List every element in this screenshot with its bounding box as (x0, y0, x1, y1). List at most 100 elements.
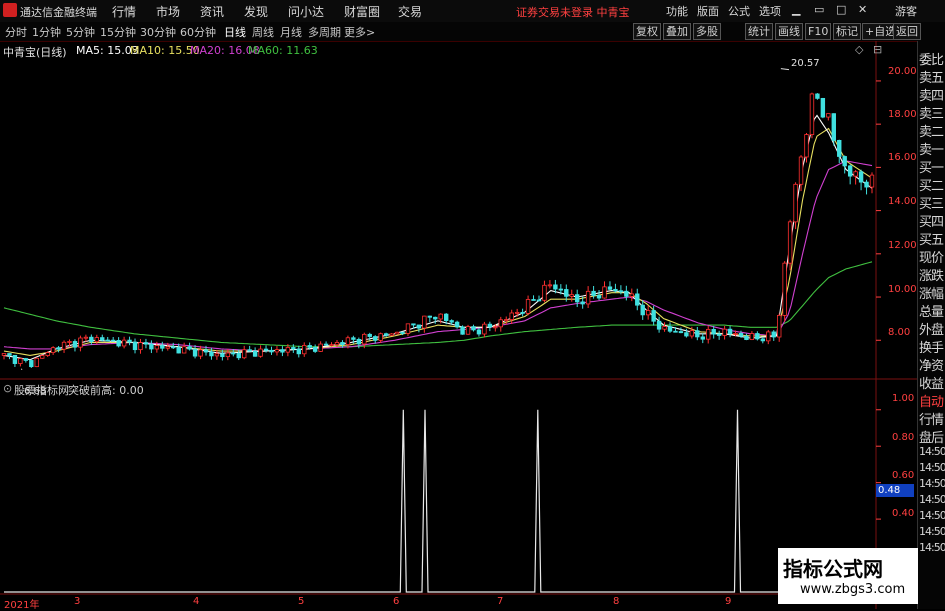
sub-legend-indicator: 突破前高: 0.00 (68, 384, 144, 397)
menu-item-hangqing[interactable]: 行情 (112, 3, 136, 20)
candle-body (520, 311, 525, 314)
side-price[interactable]: 现价 (919, 247, 945, 266)
candle-body (804, 134, 809, 158)
candle-body (738, 333, 744, 337)
login-notice[interactable]: 证券交易未登录 中青宝 (516, 4, 630, 20)
menu-item-jiaoyi[interactable]: 交易 (398, 3, 422, 20)
candle-body (209, 351, 214, 357)
period-60min[interactable]: 60分钟 (180, 24, 216, 40)
period-15min[interactable]: 15分钟 (100, 24, 136, 40)
maximize-icon[interactable]: □ (836, 3, 846, 16)
side-sell5[interactable]: 卖五 (919, 67, 945, 86)
candle-body (842, 156, 847, 167)
candle-body (269, 349, 274, 353)
ma20-line (3, 160, 873, 352)
candle-body (334, 342, 340, 346)
period-weekly[interactable]: 周线 (252, 24, 274, 40)
side-afterhours[interactable]: 盘后 (919, 427, 945, 446)
ma5-line (3, 114, 873, 361)
x-tick-9: 9 (725, 596, 732, 607)
tool-fuquan[interactable]: 复权 (633, 23, 661, 40)
tool-f10[interactable]: F10 (805, 23, 832, 40)
candle-body (613, 288, 618, 292)
side-sell1[interactable]: 卖一 (919, 139, 945, 158)
period-multi[interactable]: 多周期 (308, 24, 341, 40)
candle-body (411, 323, 416, 326)
side-sell2[interactable]: 卖二 (919, 121, 945, 140)
moving-average-lines (3, 114, 873, 361)
high-price-label: 20.57 (791, 58, 820, 69)
side-eps[interactable]: 收益 (919, 373, 945, 392)
side-change[interactable]: 涨跌 (919, 265, 945, 284)
side-outer[interactable]: 外盘 (919, 319, 945, 338)
zoom-icon[interactable]: ⊟ (873, 43, 882, 56)
candle-body (569, 294, 574, 297)
side-netasset[interactable]: 净资 (919, 355, 945, 374)
sub-legend-icon: ⊙ (3, 382, 13, 395)
period-30min[interactable]: 30分钟 (140, 24, 176, 40)
menu-item-wenxiaoda[interactable]: 问小达 (288, 3, 324, 20)
app-logo-icon (3, 3, 17, 17)
candle-body (689, 330, 695, 337)
restore-icon[interactable]: ▭ (814, 3, 824, 16)
candle-body (771, 331, 776, 338)
tool-diejia[interactable]: 叠加 (663, 23, 691, 40)
side-change-pct[interactable]: 涨幅 (919, 283, 945, 302)
period-5min[interactable]: 5分钟 (66, 24, 95, 40)
menu-item-xuanxiang[interactable]: 选项 (759, 3, 781, 19)
tool-huaxian[interactable]: 画线 (775, 23, 803, 40)
tool-duogu[interactable]: 多股 (693, 23, 721, 40)
period-1min[interactable]: 1分钟 (32, 24, 61, 40)
sub-y-tick-08: 0.80 (892, 432, 915, 443)
candle-body (285, 347, 291, 353)
menu-item-gongneng[interactable]: 功能 (666, 3, 688, 19)
menu-item-gongshi[interactable]: 公式 (728, 3, 750, 19)
side-turnover[interactable]: 换手 (919, 337, 945, 356)
menu-item-caifuquan[interactable]: 财富圈 (344, 3, 380, 20)
side-buy2[interactable]: 买二 (919, 175, 945, 194)
menu-item-zixun[interactable]: 资讯 (200, 3, 224, 20)
period-monthly[interactable]: 月线 (280, 24, 302, 40)
candle-body (362, 333, 367, 345)
tool-tongji[interactable]: 统计 (745, 23, 773, 40)
side-quote[interactable]: 行情 (919, 409, 945, 428)
candle-body (40, 355, 45, 359)
candle-body (302, 345, 307, 355)
period-daily[interactable]: 日线 (224, 24, 246, 40)
sub-legend-title: 股票指标网 (14, 384, 69, 397)
period-fenshi[interactable]: 分时 (5, 24, 27, 40)
menu-item-shichang[interactable]: 市场 (156, 3, 180, 20)
tool-fanhui[interactable]: 返回 (893, 23, 921, 40)
x-tick-7: 7 (497, 596, 504, 607)
guest-label[interactable]: 游客 (895, 3, 917, 19)
side-time: 14:50 (919, 461, 945, 474)
menu-item-banmian[interactable]: 版面 (697, 3, 719, 19)
side-sell3[interactable]: 卖三 (919, 103, 945, 122)
period-more[interactable]: 更多> (344, 24, 375, 40)
candle-body (782, 262, 787, 316)
x-tick-6: 6 (393, 596, 400, 607)
close-icon[interactable]: ✕ (858, 3, 867, 16)
tool-biaoji[interactable]: 标记 (833, 23, 861, 40)
minimize-icon[interactable]: ▁ (792, 3, 800, 16)
candle-body (274, 349, 280, 353)
candle-body (716, 333, 722, 336)
side-volume[interactable]: 总量 (919, 301, 945, 320)
chart-area[interactable] (0, 41, 917, 609)
settings-diamond-icon[interactable]: ◇ (855, 43, 863, 56)
side-sell4[interactable]: 卖四 (919, 85, 945, 104)
candle-body (826, 113, 831, 118)
menu-item-faxian[interactable]: 发现 (244, 3, 268, 20)
candle-body (143, 342, 149, 345)
candle-body (252, 350, 258, 357)
candle-body (662, 326, 667, 330)
candle-body (695, 330, 700, 338)
side-buy4[interactable]: 买四 (919, 211, 945, 230)
side-buy1[interactable]: 买一 (919, 157, 945, 176)
side-buy3[interactable]: 买三 (919, 193, 945, 212)
y-tick-10: 10.00 (888, 284, 917, 295)
candle-body (684, 332, 689, 337)
side-weibi[interactable]: 委比 (919, 49, 945, 68)
side-auto[interactable]: 自动 (919, 391, 945, 410)
side-buy5[interactable]: 买五 (919, 229, 945, 248)
